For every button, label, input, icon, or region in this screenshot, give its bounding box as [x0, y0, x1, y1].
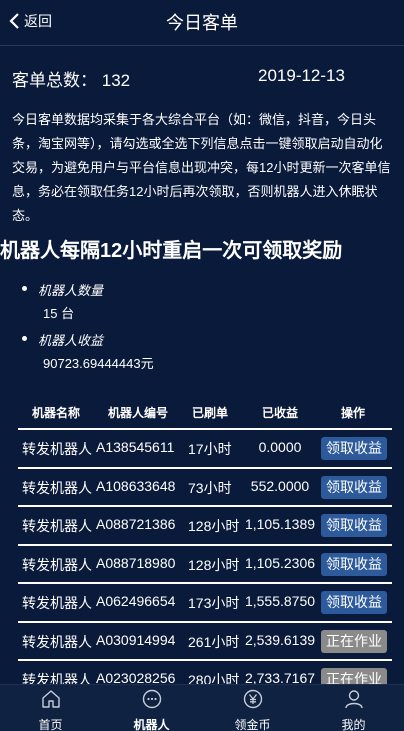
- order-count-label: 客单总数：: [12, 71, 97, 90]
- robot-name: 转发机器人: [22, 518, 92, 534]
- tab-mine[interactable]: 我的: [303, 685, 404, 731]
- stat-robot-income: 机器人收益 90723.69444443元: [22, 330, 382, 376]
- robot-income: 2,733.7167: [244, 670, 316, 684]
- robot-id: A023028256: [96, 670, 176, 684]
- col-header-income: 已收益: [262, 406, 299, 420]
- robot-hours: 173小时: [188, 595, 240, 611]
- robot-icon: [142, 689, 161, 709]
- robot-name: 转发机器人: [22, 633, 92, 650]
- robot-hours: 280小时: [188, 672, 240, 684]
- robot-name: 转发机器人: [22, 479, 92, 496]
- col-header-action: 操作: [341, 406, 366, 420]
- robot-hours: 261小时: [188, 633, 240, 650]
- reward-headline: 机器人每隔12小时重启一次可领取奖励: [0, 240, 343, 262]
- robot-name: 转发机器人: [22, 441, 92, 457]
- robot-income: 552.0000: [250, 477, 310, 494]
- robot-income: 1,105.1389: [244, 516, 316, 532]
- robot-hours: 17小时: [188, 441, 232, 457]
- yen-coin-icon: [243, 689, 262, 709]
- tab-label: 首页: [38, 718, 63, 731]
- table-row: 转发机器人 A088718980 128小时 1,105.2306 领取收益: [18, 543, 392, 583]
- robot-income: 0.0000: [258, 439, 302, 455]
- bullet-dot: [22, 286, 27, 291]
- col-header-id: 机器人编号: [108, 406, 169, 420]
- col-header-hours: 已刷单: [192, 406, 229, 420]
- description-text: 今日客单数据均采集于各大综合平台（如：微信，抖音，今日头条，淘宝网等），请勾选或…: [12, 112, 391, 223]
- claim-income-button[interactable]: 领取收益: [321, 552, 387, 576]
- robot-name: 转发机器人: [22, 556, 92, 573]
- claim-income-button[interactable]: 领取收益: [321, 475, 387, 499]
- robot-income: 2,539.6139: [244, 631, 316, 648]
- claim-income-button[interactable]: 领取收益: [321, 514, 387, 537]
- order-summary: 客单总数： 132 2019-12-13: [12, 66, 392, 90]
- robot-id: A088718980: [96, 554, 176, 571]
- table-row: 转发机器人 A088721386 128小时 1,105.1389 领取收益: [18, 505, 392, 544]
- table-row: 转发机器人 A023028256 280小时 2,733.7167 正在作业: [18, 659, 392, 684]
- bottom-tab-bar: 首页 机器人 领金币 我的: [0, 684, 404, 731]
- robot-id: A088721386: [96, 516, 176, 532]
- robot-hours: 73小时: [188, 479, 232, 496]
- robot-income: 1,555.8750: [244, 593, 316, 609]
- robot-hours: 128小时: [188, 518, 240, 534]
- main-content[interactable]: 客单总数： 132 2019-12-13 今日客单数据均采集于各大综合平台（如：…: [0, 46, 404, 684]
- summary-date: 2019-12-13: [258, 66, 345, 85]
- col-header-name: 机器名称: [32, 406, 81, 420]
- user-icon: [344, 690, 363, 709]
- claim-income-button[interactable]: 领取收益: [321, 591, 387, 614]
- robot-name: 转发机器人: [22, 672, 92, 684]
- robot-stats: 机器人数量 15 台 机器人收益 90723.69444443元: [22, 280, 382, 376]
- page-title: 今日客单: [166, 13, 238, 33]
- robot-id: A138545611: [96, 439, 175, 455]
- working-status-button[interactable]: 正在作业: [321, 668, 387, 684]
- stat-label: 机器人收益: [38, 333, 104, 348]
- bullet-dot: [22, 336, 27, 341]
- working-status-button[interactable]: 正在作业: [321, 629, 387, 653]
- tab-label: 我的: [341, 718, 366, 731]
- tab-coins[interactable]: 领金币: [202, 685, 303, 731]
- table-header: 机器名称 机器人编号 已刷单 已收益 操作: [18, 402, 392, 428]
- robot-name: 转发机器人: [22, 595, 92, 611]
- robot-income: 1,105.2306: [244, 554, 316, 571]
- top-bar: 返回 今日客单: [0, 0, 404, 46]
- order-count: 132: [101, 71, 131, 90]
- robot-hours: 128小时: [188, 556, 240, 573]
- table-row: 转发机器人 A108633648 73小时 552.0000 领取收益: [18, 466, 392, 506]
- claim-income-button[interactable]: 领取收益: [321, 437, 387, 460]
- tab-label: 机器人: [133, 718, 170, 731]
- robot-id: A030914994: [96, 631, 176, 648]
- table-row: 转发机器人 A138545611 17小时 0.0000 领取收益: [18, 428, 392, 467]
- tab-label: 领金币: [234, 718, 271, 731]
- robot-table: 机器名称 机器人编号 已刷单 已收益 操作 转发机器人 A138545611 1…: [18, 402, 392, 684]
- stat-robot-count: 机器人数量 15 台: [22, 280, 382, 326]
- stat-label: 机器人数量: [38, 283, 104, 298]
- table-row: 转发机器人 A030914994 261小时 2,539.6139 正在作业: [18, 620, 392, 660]
- stat-value: 90723.69444443元: [43, 356, 154, 371]
- table-row: 转发机器人 A062496654 173小时 1,555.8750 领取收益: [18, 582, 392, 621]
- tab-robot[interactable]: 机器人: [101, 685, 202, 731]
- home-icon: [41, 690, 60, 708]
- robot-id: A062496654: [96, 593, 176, 609]
- tab-home[interactable]: 首页: [0, 685, 101, 731]
- stat-value: 15 台: [43, 306, 75, 321]
- robot-id: A108633648: [96, 477, 176, 494]
